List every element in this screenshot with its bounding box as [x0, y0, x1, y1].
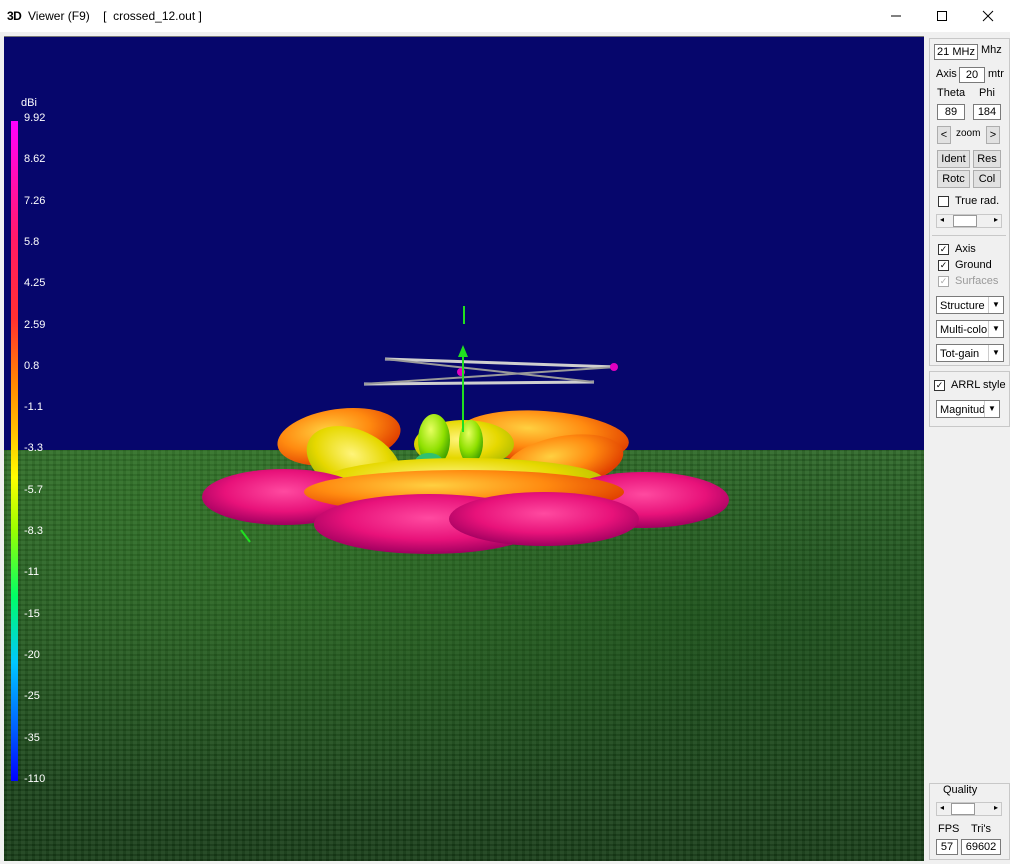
maximize-icon [937, 11, 947, 21]
zoom-label: zoom [956, 128, 981, 139]
fps-value: 57 [936, 839, 958, 855]
true-rad-slider[interactable]: ◂ ▸ [936, 214, 1002, 228]
quality-slider[interactable]: ◂ ▸ [936, 802, 1002, 816]
antenna-end-point [610, 363, 618, 371]
magnitude-dropdown-value: Magnitud [940, 404, 986, 416]
slider-left-arrow-icon[interactable]: ◂ [937, 215, 947, 225]
3d-viewport[interactable]: dBi 9.92 8.62 7.26 5.8 4.25 2.59 0.8 -1.1 -3.3 -5… [4, 36, 924, 861]
magnitude-dropdown[interactable]: Magnitud ▼ [936, 400, 1000, 418]
ground-checkbox-label: Ground [955, 259, 992, 271]
structure-dropdown-value: Structure [940, 300, 985, 312]
chevron-down-icon: ▼ [988, 345, 1003, 361]
gain-type-dropdown[interactable]: Tot-gain ▼ [936, 344, 1004, 362]
arrl-style-checkbox[interactable]: ✓ [934, 380, 945, 391]
phi-label: Phi [979, 87, 995, 99]
true-rad-checkbox[interactable] [938, 196, 949, 207]
slider-right-arrow-icon[interactable]: ▸ [991, 215, 1001, 225]
axis-checkbox[interactable]: ✓ [938, 244, 949, 255]
surfaces-checkbox-label: Surfaces [955, 275, 999, 287]
axis-length-unit: mtr [988, 68, 1004, 80]
rotc-button[interactable]: Rotc [937, 170, 970, 188]
frequency-field[interactable]: 21 MHz [934, 44, 978, 60]
axis-length-label: Axis [936, 68, 957, 80]
theta-field[interactable]: 89 [937, 104, 965, 120]
tris-value: 69602 [961, 839, 1001, 855]
arrl-style-label: ARRL style [951, 379, 1006, 391]
phi-field[interactable]: 184 [973, 104, 1001, 120]
zoom-out-button[interactable]: < [937, 126, 951, 144]
minimize-button[interactable] [873, 0, 919, 32]
z-axis-arrow [458, 345, 468, 357]
true-rad-label: True rad. [955, 195, 1000, 207]
ground-checkbox[interactable]: ✓ [938, 260, 949, 271]
quality-label: Quality [943, 784, 978, 796]
maximize-button[interactable] [919, 0, 965, 32]
slider-thumb[interactable] [953, 215, 977, 227]
zoom-in-button[interactable]: > [986, 126, 1000, 144]
slider-right-arrow-icon[interactable]: ▸ [991, 803, 1001, 813]
slider-left-arrow-icon[interactable]: ◂ [937, 803, 947, 813]
chevron-down-icon: ▼ [984, 401, 999, 417]
surfaces-checkbox[interactable]: ✓ [938, 276, 949, 287]
fps-label: FPS [938, 823, 960, 835]
axis-checkbox-label: Axis [955, 243, 976, 255]
gain-type-dropdown-value: Tot-gain [940, 348, 980, 360]
structure-dropdown[interactable]: Structure ▼ [936, 296, 1004, 314]
frequency-unit: Mhz [981, 44, 1002, 56]
slider-thumb[interactable] [951, 803, 975, 815]
radiation-pattern [202, 306, 729, 554]
close-button[interactable] [965, 0, 1010, 32]
app-icon: 3D [7, 9, 22, 23]
lobe-main-front-right [449, 492, 639, 546]
res-button[interactable]: Res [973, 150, 1001, 168]
title-bar: 3D Viewer (F9) [ crossed_12.out ] [0, 0, 1010, 32]
theta-label: Theta [937, 87, 966, 99]
chevron-down-icon: ▼ [988, 321, 1003, 337]
close-icon [982, 10, 994, 22]
window-title: Viewer (F9) [ crossed_12.out ] [28, 9, 202, 23]
x-axis-stub [240, 529, 251, 543]
col-button[interactable]: Col [973, 170, 1001, 188]
ident-button[interactable]: Ident [937, 150, 970, 168]
axis-length-field[interactable]: 20 [959, 67, 985, 83]
chevron-down-icon: ▼ [988, 297, 1003, 313]
tris-label: Tri's [971, 823, 992, 835]
minimize-icon [891, 15, 901, 17]
color-mode-dropdown[interactable]: Multi-colo ▼ [936, 320, 1004, 338]
divider [932, 235, 1006, 236]
color-mode-dropdown-value: Multi-colo [940, 324, 988, 336]
